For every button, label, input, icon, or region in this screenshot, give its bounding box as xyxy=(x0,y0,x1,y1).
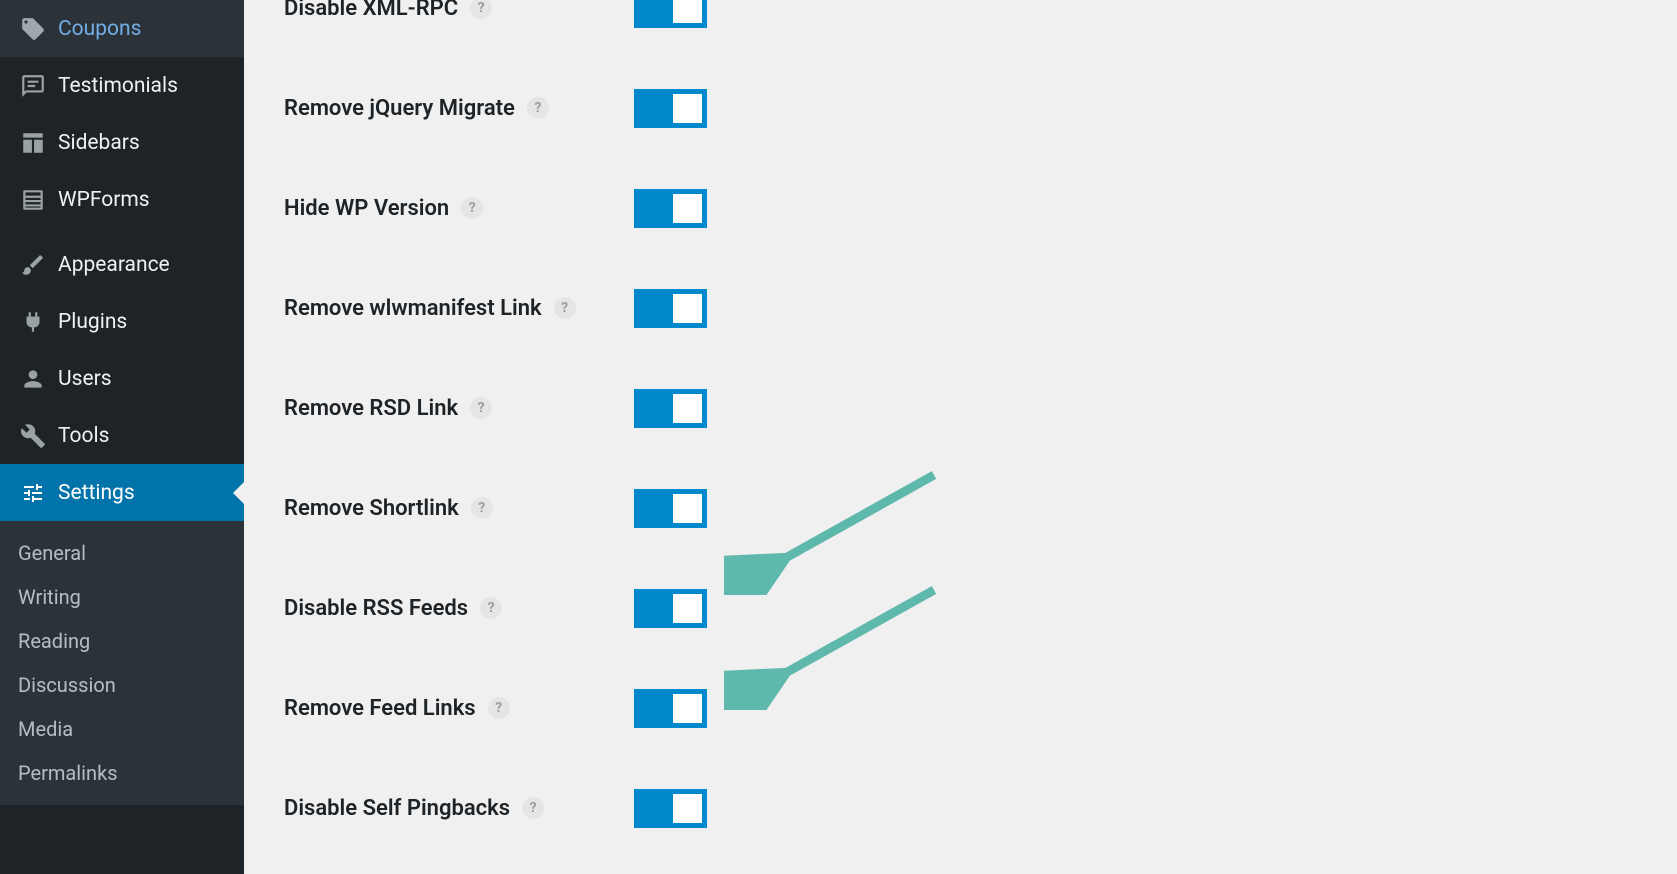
forms-icon xyxy=(18,185,48,215)
setting-row-disable-xml-rpc: Disable XML-RPC ? xyxy=(284,0,1637,58)
toggle-remove-wlwmanifest-link[interactable] xyxy=(634,289,707,328)
help-icon[interactable]: ? xyxy=(480,597,502,619)
help-icon[interactable]: ? xyxy=(471,497,493,519)
brush-icon xyxy=(18,250,48,280)
toggle-disable-xml-rpc[interactable] xyxy=(634,0,707,28)
sidebar-item-plugins[interactable]: Plugins xyxy=(0,293,244,350)
plug-icon xyxy=(18,307,48,337)
submenu-item-reading[interactable]: Reading xyxy=(0,619,244,663)
toggle-knob xyxy=(673,794,702,823)
help-icon[interactable]: ? xyxy=(470,397,492,419)
setting-row-remove-shortlink: Remove Shortlink ? xyxy=(284,458,1637,558)
toggle-knob xyxy=(673,394,702,423)
help-icon[interactable]: ? xyxy=(488,697,510,719)
sidebar-item-label: Tools xyxy=(58,424,109,448)
setting-row-remove-feed-links: Remove Feed Links ? xyxy=(284,658,1637,758)
submenu-item-discussion[interactable]: Discussion xyxy=(0,663,244,707)
toggle-disable-self-pingbacks[interactable] xyxy=(634,789,707,828)
tag-icon xyxy=(18,14,48,44)
submenu-item-general[interactable]: General xyxy=(0,531,244,575)
help-icon[interactable]: ? xyxy=(461,197,483,219)
setting-label: Remove wlwmanifest Link xyxy=(284,296,542,321)
toggle-disable-rss-feeds[interactable] xyxy=(634,589,707,628)
toggle-knob xyxy=(673,194,702,223)
wrench-icon xyxy=(18,421,48,451)
toggle-knob xyxy=(673,294,702,323)
setting-row-hide-wp-version: Hide WP Version ? xyxy=(284,158,1637,258)
setting-row-disable-self-pingbacks: Disable Self Pingbacks ? xyxy=(284,758,1637,858)
toggle-knob xyxy=(673,694,702,723)
help-icon[interactable]: ? xyxy=(522,797,544,819)
toggle-knob xyxy=(673,494,702,523)
sidebar-item-tools[interactable]: Tools xyxy=(0,407,244,464)
setting-label: Disable RSS Feeds xyxy=(284,596,468,621)
sidebar-item-label: Sidebars xyxy=(58,131,140,155)
sidebar-item-testimonials[interactable]: Testimonials xyxy=(0,57,244,114)
sidebar-item-wpforms[interactable]: WPForms xyxy=(0,171,244,228)
toggle-knob xyxy=(673,94,702,123)
sliders-icon xyxy=(18,478,48,508)
toggle-remove-feed-links[interactable] xyxy=(634,689,707,728)
submenu-item-writing[interactable]: Writing xyxy=(0,575,244,619)
sidebar-item-label: Settings xyxy=(58,481,135,505)
setting-label: Disable XML-RPC xyxy=(284,0,458,21)
layout-icon xyxy=(18,128,48,158)
user-icon xyxy=(18,364,48,394)
setting-label: Remove jQuery Migrate xyxy=(284,96,515,121)
sidebar-item-users[interactable]: Users xyxy=(0,350,244,407)
admin-sidebar: Coupons Testimonials Sidebars WPForms Ap… xyxy=(0,0,244,874)
sidebar-item-coupons[interactable]: Coupons xyxy=(0,0,244,57)
sidebar-item-settings[interactable]: Settings xyxy=(0,464,244,521)
sidebar-item-label: Users xyxy=(58,367,112,391)
help-icon[interactable]: ? xyxy=(527,97,549,119)
setting-row-disable-rss-feeds: Disable RSS Feeds ? xyxy=(284,558,1637,658)
toggle-remove-rsd-link[interactable] xyxy=(634,389,707,428)
setting-label: Disable Self Pingbacks xyxy=(284,796,510,821)
sidebar-item-label: Appearance xyxy=(58,253,170,277)
sidebar-item-sidebars[interactable]: Sidebars xyxy=(0,114,244,171)
menu-separator xyxy=(0,228,244,236)
help-icon[interactable]: ? xyxy=(554,297,576,319)
submenu-item-permalinks[interactable]: Permalinks xyxy=(0,751,244,795)
setting-label: Hide WP Version xyxy=(284,196,449,221)
setting-label: Remove RSD Link xyxy=(284,396,458,421)
sidebar-item-label: WPForms xyxy=(58,188,150,212)
help-icon[interactable]: ? xyxy=(470,0,492,19)
setting-label: Remove Shortlink xyxy=(284,496,459,521)
toggle-knob xyxy=(673,0,702,23)
sidebar-item-appearance[interactable]: Appearance xyxy=(0,236,244,293)
sidebar-item-label: Plugins xyxy=(58,310,127,334)
setting-row-remove-jquery-migrate: Remove jQuery Migrate ? xyxy=(284,58,1637,158)
toggle-knob xyxy=(673,594,702,623)
setting-row-remove-rsd-link: Remove RSD Link ? xyxy=(284,358,1637,458)
toggle-remove-shortlink[interactable] xyxy=(634,489,707,528)
toggle-hide-wp-version[interactable] xyxy=(634,189,707,228)
setting-label: Remove Feed Links xyxy=(284,696,476,721)
submenu-item-media[interactable]: Media xyxy=(0,707,244,751)
setting-row-remove-wlwmanifest-link: Remove wlwmanifest Link ? xyxy=(284,258,1637,358)
testimonial-icon xyxy=(18,71,48,101)
sidebar-item-label: Coupons xyxy=(58,17,141,41)
toggle-remove-jquery-migrate[interactable] xyxy=(634,89,707,128)
settings-submenu: General Writing Reading Discussion Media… xyxy=(0,521,244,805)
settings-content: Disable XML-RPC ? Remove jQuery Migrate … xyxy=(244,0,1677,874)
sidebar-item-label: Testimonials xyxy=(58,74,178,98)
